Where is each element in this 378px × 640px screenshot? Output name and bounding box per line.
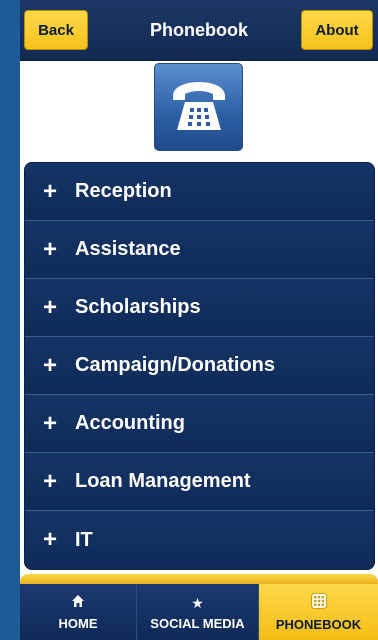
home-icon	[71, 594, 85, 612]
telephone-icon	[172, 82, 225, 130]
list-item-scholarships[interactable]: + Scholarships	[25, 279, 374, 337]
tab-social-media[interactable]: ★ SOCIAL MEDIA	[137, 584, 259, 640]
plus-icon: +	[42, 177, 57, 205]
star-icon: ★	[191, 594, 204, 611]
list-item-label: Scholarships	[75, 296, 201, 318]
bottom-tab-bar: HOME ★ SOCIAL MEDIA PHONEBOOK	[20, 584, 378, 640]
tab-label: HOME	[58, 615, 98, 631]
plus-icon: +	[42, 526, 57, 553]
page-title: Phonebook	[150, 19, 248, 40]
list-item-accounting[interactable]: + Accounting	[25, 395, 374, 453]
list-item-label: Assistance	[75, 238, 181, 260]
app-screen: Back Phonebook About + Reception + Assis…	[20, 0, 378, 640]
plus-icon: +	[42, 467, 57, 495]
about-button[interactable]: About	[301, 10, 373, 50]
list-item-it[interactable]: + IT	[25, 511, 374, 569]
list-item-label: Campaign/Donations	[75, 354, 276, 376]
plus-icon: +	[42, 351, 57, 379]
list-item-assistance[interactable]: + Assistance	[25, 221, 374, 279]
plus-icon: +	[42, 235, 57, 263]
list-item-loan-management[interactable]: + Loan Management	[25, 453, 374, 511]
plus-icon: +	[42, 409, 57, 437]
list-item-label: Reception	[75, 180, 172, 202]
tab-label: SOCIAL MEDIA	[150, 615, 245, 631]
department-list: + Reception + Assistance + Scholarships …	[24, 162, 375, 570]
top-bar: Back Phonebook About	[20, 0, 378, 61]
back-button[interactable]: Back	[24, 10, 88, 50]
grid-icon	[310, 592, 327, 613]
list-item-label: Accounting	[75, 412, 185, 434]
tab-label: PHONEBOOK	[275, 616, 362, 632]
list-item-reception[interactable]: + Reception	[25, 163, 374, 221]
phonebook-logo	[154, 63, 243, 151]
plus-icon: +	[42, 293, 57, 321]
list-item-label: IT	[75, 528, 93, 551]
list-item-campaign-donations[interactable]: + Campaign/Donations	[25, 337, 374, 395]
tab-home[interactable]: HOME	[20, 584, 137, 640]
list-item-label: Loan Management	[75, 470, 251, 492]
tab-phonebook[interactable]: PHONEBOOK	[259, 584, 378, 640]
